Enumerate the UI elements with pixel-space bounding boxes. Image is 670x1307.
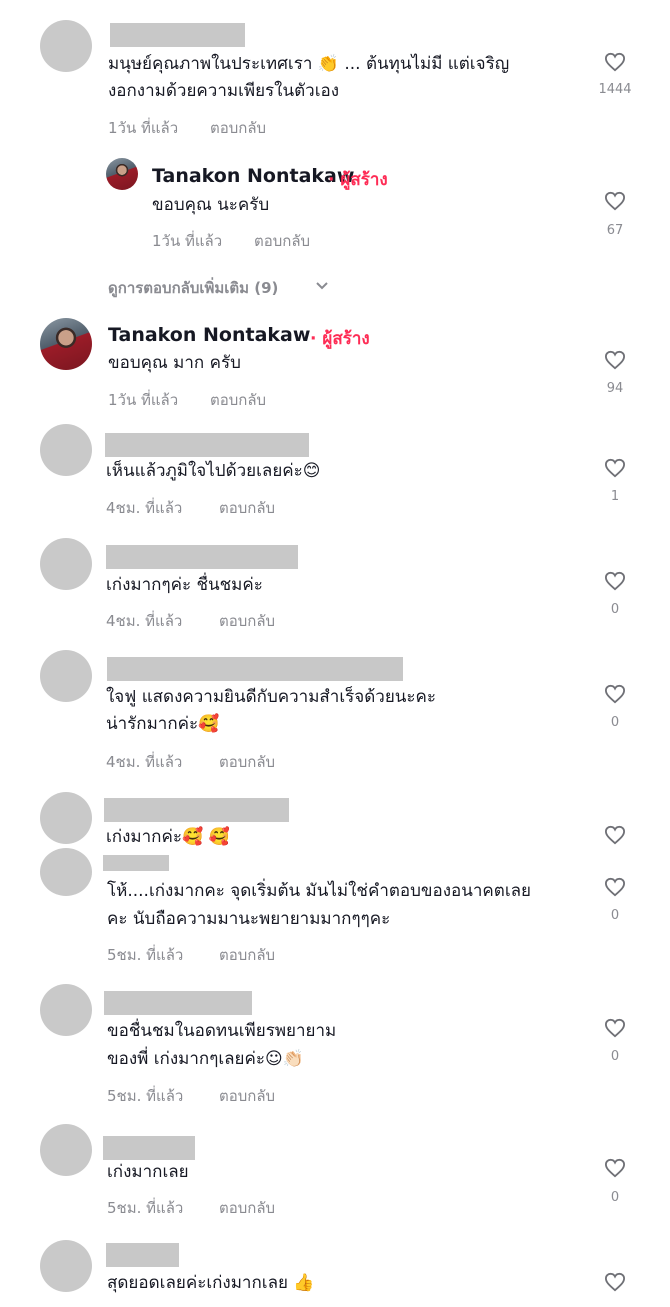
comment-text: เก่งมากค่ะ🥰 🥰 (106, 827, 230, 847)
comment-time: 4ชม. ที่แล้ว (106, 753, 183, 771)
username-redacted[interactable] (105, 433, 309, 457)
like-count: 0 (610, 1190, 620, 1205)
comment-text: ขอบคุณ นะครับ (152, 195, 270, 215)
username-redacted[interactable] (103, 855, 169, 871)
reply-button[interactable]: ตอบกลับ (210, 116, 266, 140)
comment-text: มนุษย์คุณภาพในประเทศเรา 👏 ... ต้นทุนไม่ม… (108, 54, 510, 74)
view-more-replies-button[interactable]: ดูการตอบกลับเพิ่มเติม (9) (108, 276, 278, 300)
comment-text: เก่งมากๆค่ะ ชื่นชมค่ะ (106, 575, 263, 595)
heart-icon[interactable] (604, 52, 626, 72)
username-redacted[interactable] (104, 991, 252, 1015)
comment-text: เห็นแล้วภูมิใจไปด้วยเลยค่ะ😊 (106, 461, 321, 481)
avatar[interactable] (40, 650, 92, 702)
avatar[interactable] (40, 424, 92, 476)
reply-button[interactable]: ตอบกลับ (254, 229, 310, 253)
avatar[interactable] (40, 1124, 92, 1176)
avatar[interactable] (40, 984, 92, 1036)
username-redacted[interactable] (106, 545, 298, 569)
like-count: 1444 (598, 82, 632, 97)
like-count: 1 (610, 489, 620, 504)
username-redacted[interactable] (104, 798, 289, 822)
avatar[interactable] (40, 20, 92, 72)
comment-text: ของพี่ เก่งมากๆเลยค่ะ☺👏🏻 (107, 1049, 304, 1069)
reply-button[interactable]: ตอบกลับ (219, 1084, 275, 1108)
like-count: 94 (606, 381, 624, 396)
like-count: 0 (610, 715, 620, 730)
comment-text: ใจฟู แสดงความยินดีกับความสำเร็จด้วยนะคะ (106, 687, 437, 707)
like-count: 67 (606, 223, 624, 238)
author-name[interactable]: Tanakon Nontakaw (108, 324, 310, 346)
comment-text: คะ นับถือความมานะพยายามมากๆๆคะ (107, 909, 391, 929)
chevron-down-icon[interactable] (315, 281, 329, 291)
comment-time: 1วัน ที่แล้ว (108, 119, 179, 137)
comment-text: น่ารักมากค่ะ🥰 (106, 714, 220, 734)
avatar[interactable] (40, 538, 92, 590)
username-redacted[interactable] (103, 1136, 195, 1160)
avatar[interactable] (40, 792, 92, 844)
comment-time: 4ชม. ที่แล้ว (106, 612, 183, 630)
heart-icon[interactable] (604, 350, 626, 370)
comment-text: ขอบคุณ มาก ครับ (108, 353, 241, 373)
username-redacted[interactable] (106, 1243, 179, 1267)
reply-button[interactable]: ตอบกลับ (219, 496, 275, 520)
author-name[interactable]: Tanakon Nontakaw (152, 165, 354, 187)
heart-icon[interactable] (604, 1158, 626, 1178)
avatar[interactable] (40, 848, 92, 896)
comment-text: งอกงามด้วยความเพียรในตัวเอง (108, 81, 340, 101)
creator-badge: · ผู้สร้าง (328, 170, 388, 190)
reply-button[interactable]: ตอบกลับ (210, 388, 266, 412)
heart-icon[interactable] (604, 684, 626, 704)
heart-icon[interactable] (604, 571, 626, 591)
comment-time: 4ชม. ที่แล้ว (106, 499, 183, 517)
username-redacted[interactable] (110, 23, 245, 47)
comment-text: โห้....เก่งมากคะ จุดเริ่มต้น มันไม่ใช่คำ… (107, 881, 532, 901)
heart-icon[interactable] (604, 191, 626, 211)
comment-time: 1วัน ที่แล้ว (108, 391, 179, 409)
creator-badge: · ผู้สร้าง (310, 329, 370, 349)
reply-button[interactable]: ตอบกลับ (219, 609, 275, 633)
comment-time: 1วัน ที่แล้ว (152, 232, 223, 250)
like-count: 0 (610, 1049, 620, 1064)
reply-button[interactable]: ตอบกลับ (219, 750, 275, 774)
avatar[interactable] (40, 1240, 92, 1292)
comment-text: ขอชื่นชมในอดทนเพียรพยายาม (107, 1021, 337, 1041)
comment-text: สุดยอดเลยค่ะเก่งมากเลย 👍 (107, 1273, 315, 1293)
heart-icon[interactable] (604, 458, 626, 478)
comment-time: 5ชม. ที่แล้ว (107, 946, 184, 964)
reply-button[interactable]: ตอบกลับ (219, 1196, 275, 1220)
reply-button[interactable]: ตอบกลับ (219, 943, 275, 967)
username-redacted[interactable] (107, 657, 403, 681)
heart-icon[interactable] (604, 1018, 626, 1038)
comment-time: 5ชม. ที่แล้ว (107, 1087, 184, 1105)
comment-time: 5ชม. ที่แล้ว (107, 1199, 184, 1217)
heart-icon[interactable] (604, 825, 626, 845)
like-count: 0 (610, 602, 620, 617)
heart-icon[interactable] (604, 877, 626, 897)
creator-avatar[interactable] (40, 318, 92, 370)
like-count: 0 (610, 908, 620, 923)
comment-text: เก่งมากเลย (107, 1162, 189, 1182)
creator-avatar[interactable] (106, 158, 138, 190)
heart-icon[interactable] (604, 1272, 626, 1292)
